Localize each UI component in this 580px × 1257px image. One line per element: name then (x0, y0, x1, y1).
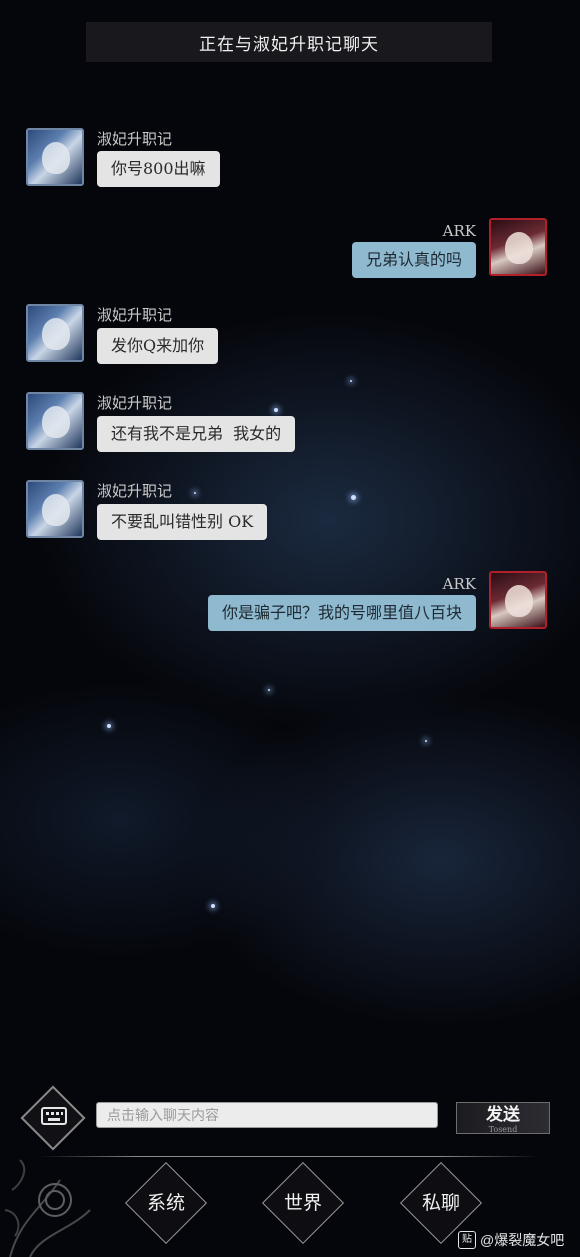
anime-avatar-blue-icon (42, 142, 70, 174)
sender-name: ARK (442, 575, 476, 593)
tab-label: 私聊 (421, 1192, 460, 1214)
sender-avatar[interactable] (26, 392, 84, 450)
keyboard-icon (41, 1107, 67, 1125)
sender-name: 淑妃升职记 (97, 306, 173, 324)
sender-avatar[interactable] (26, 128, 84, 186)
tab-label: 世界 (283, 1192, 322, 1214)
message-bubble: 你号800出嘛 (97, 151, 220, 187)
sender-avatar[interactable] (26, 480, 84, 538)
tab-label: 系统 (146, 1192, 185, 1214)
my-avatar[interactable] (489, 218, 547, 276)
sender-name: ARK (442, 222, 476, 240)
star-decoration (274, 408, 278, 412)
sender-name: 淑妃升职记 (97, 394, 173, 412)
send-button-sublabel: Tosend (488, 1125, 518, 1134)
tab-world[interactable]: 世界 (261, 1161, 345, 1245)
anime-avatar-blue-icon (42, 494, 70, 526)
divider (40, 1156, 540, 1157)
watermark-text: @爆裂魔女吧 (480, 1232, 565, 1248)
message-bubble: 还有我不是兄弟 我女的 (97, 416, 296, 452)
tab-system[interactable]: 系统 (124, 1161, 208, 1245)
star-decoration (107, 724, 111, 728)
sender-name: 淑妃升职记 (97, 482, 173, 500)
tieba-icon: 贴 (458, 1231, 476, 1249)
message-bubble: 发你Q来加你 (97, 328, 219, 364)
tab-private[interactable]: 私聊 (399, 1161, 483, 1245)
watermark: 贴 @爆裂魔女吧 (458, 1230, 564, 1250)
star-decoration (350, 380, 352, 382)
send-button-label: 发送 (486, 1105, 520, 1125)
sender-name: 淑妃升职记 (97, 130, 173, 148)
rose-decoration-icon (4, 1159, 91, 1257)
chat-title: 正在与淑妃升职记聊天 (199, 34, 379, 55)
chat-header: 正在与淑妃升职记聊天 (86, 22, 492, 62)
anime-avatar-red-icon (505, 585, 533, 617)
sender-avatar[interactable] (26, 304, 84, 362)
message-bubble: 你是骗子吧？我的号哪里值八百块 (207, 595, 476, 631)
anime-avatar-blue-icon (42, 406, 70, 438)
my-avatar[interactable] (489, 571, 547, 629)
star-decoration (425, 740, 427, 742)
message-bubble: 兄弟认真的吗 (351, 242, 476, 278)
message-bubble: 不要乱叫错性别 OK (97, 504, 268, 540)
anime-avatar-blue-icon (42, 318, 70, 350)
star-decoration (351, 495, 356, 500)
star-decoration (211, 904, 215, 908)
send-button[interactable]: 发送 Tosend (456, 1102, 550, 1134)
star-decoration (194, 492, 196, 494)
star-decoration (268, 689, 270, 691)
chat-input[interactable]: 点击输入聊天内容 (96, 1102, 438, 1128)
anime-avatar-red-icon (505, 232, 533, 264)
